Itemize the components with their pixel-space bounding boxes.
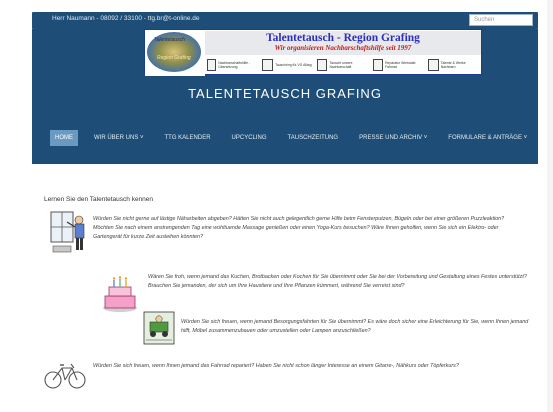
banner-icon-item: Reparatur Werkstatt Fahrrad [372,56,426,74]
nachbarschaft-icon [317,59,328,71]
main-content: Lernen Sie den Talentetausch kennen Würd… [32,164,538,404]
intro-paragraph-2: Wären Sie froh, wenn jemand das Kuchen, … [148,274,527,289]
tauschring-icon [262,59,274,71]
banner-icon-caption: Talente & Werke Nachbarn [440,61,466,69]
birthday-cake-icon [103,276,137,312]
page-intro-heading: Lernen Sie den Talentetausch kennen [44,196,154,203]
logo: Talentetausch Region Grafing [145,30,205,76]
scrollbar[interactable] [547,0,553,412]
banner-icon-item: Nachbarschaftshilfe - Übersetzung [207,56,260,74]
fahrrad-icon [372,59,384,71]
nav-item-upcycling[interactable]: UPCYCLING [232,130,267,146]
banner-icon-item: Tauscht unsere Nachbarschaft [317,56,370,74]
nachbarschaftshilfe-icon [207,59,217,71]
banner-subtitle: Wir organisieren Nachbarschaftshilfe sei… [274,44,412,52]
banner-icon-caption: Reparatur Werkstatt Fahrrad [385,61,416,69]
window-cleaner-illustration-icon [50,211,85,253]
logo-text-top: Talentetausch [154,37,185,43]
search-input[interactable]: Suchen [469,14,533,26]
nav-item-tauschzeitung[interactable]: TAUSCHZEITUNG [288,130,339,146]
bicycle-icon [44,363,86,389]
banner-title: Talentetausch - Region Grafing [266,32,420,44]
intro-paragraph-1: Würden Sie nicht gerne auf lästige Nähar… [93,216,505,240]
banner-icon-strip: Nachbarschaftshilfe - Übersetzung Tausch… [207,56,481,74]
contact-info: Herr Naumann - 08092 / 33100 - ttg.br@t-… [52,15,200,22]
banner-icon-item: Tauschring für VG Alltag [262,56,315,74]
banner-icon-caption: Nachbarschaftshilfe - Übersetzung [218,61,251,69]
nav-item-presse-und-archiv[interactable]: PRESSE UND ARCHIV ˅ [359,130,427,146]
banner-icon-caption: Tauschring für VG Alltag [275,63,312,67]
talente-icon [427,59,439,71]
top-bar: Herr Naumann - 08092 / 33100 - ttg.br@t-… [32,12,538,29]
nav-item-home[interactable]: HOME [50,130,78,146]
banner-icon-item: Talente & Werke Nachbarn [427,56,481,74]
main-nav: HOME WIR ÜBER UNS ˅ TTG KALENDER UPCYCLI… [50,130,538,146]
delivery-driver-icon [143,311,175,345]
banner-image[interactable]: Talentetausch Region Grafing Talentetaus… [144,29,482,76]
banner-title-box: Talentetausch - Region Grafing Wir organ… [205,31,481,55]
site-header: Talentetausch Region Grafing Talentetaus… [32,29,538,164]
logo-text-bottom: Region Grafing [157,55,191,61]
nav-item-formulare-antraege[interactable]: FORMULARE & ANTRÄGE ˅ [448,130,527,146]
banner-icon-caption: Tauscht unsere Nachbarschaft [329,61,353,69]
nav-item-ttg-kalender[interactable]: TTG KALENDER [165,130,211,146]
site-title[interactable]: TALENTETAUSCH GRAFING [32,86,538,101]
intro-paragraph-3: Würden Sie sich freuen, wenn jemand Beso… [181,319,529,334]
intro-paragraph-4: Würden Sie sich freuen, wenn Ihnen jeman… [93,363,459,369]
nav-item-wir-ueber-uns[interactable]: WIR ÜBER UNS ˅ [94,130,144,146]
